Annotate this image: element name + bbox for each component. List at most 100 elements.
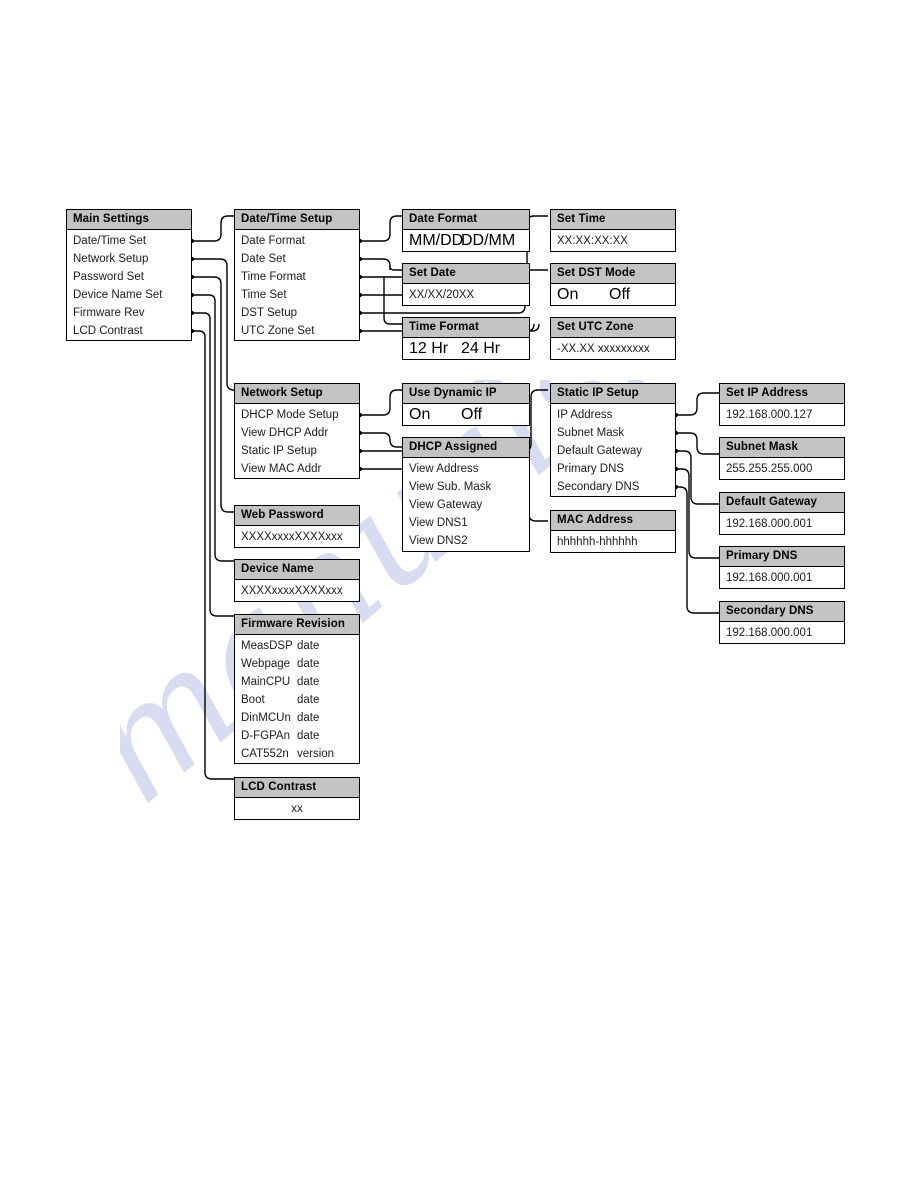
option-off[interactable]: Off bbox=[609, 286, 630, 304]
menu-item-network-setup[interactable]: Network Setup bbox=[67, 250, 191, 268]
firmware-name: DinMCUn bbox=[241, 712, 291, 724]
menu-item-time-set[interactable]: Time Set bbox=[235, 286, 359, 304]
box-body: 192.168.000.001 bbox=[720, 567, 844, 591]
option-on[interactable]: On bbox=[557, 286, 609, 304]
box-time-format[interactable]: Time Format 12 Hr 24 Hr bbox=[402, 317, 530, 360]
menu-item-dst-setup[interactable]: DST Setup bbox=[235, 304, 359, 322]
box-body: MM/DD DD/MM bbox=[403, 230, 529, 253]
menu-item-static-ip-setup[interactable]: Static IP Setup bbox=[235, 442, 359, 460]
box-body: On Off bbox=[551, 284, 675, 307]
box-body: 192.168.000.127 bbox=[720, 404, 844, 428]
box-body: 255.255.255.000 bbox=[720, 458, 844, 482]
box-body: IP Address Subnet Mask Default Gateway P… bbox=[551, 404, 675, 499]
box-title: Static IP Setup bbox=[551, 384, 675, 404]
menu-item-ip-address[interactable]: IP Address bbox=[551, 406, 675, 424]
menu-item-primary-dns[interactable]: Primary DNS bbox=[551, 460, 675, 478]
box-set-date[interactable]: Set Date XX/XX/20XX bbox=[402, 263, 530, 306]
box-title: MAC Address bbox=[551, 511, 675, 531]
firmware-name: CAT552n bbox=[241, 748, 289, 760]
box-device-name[interactable]: Device Name XXXXxxxxXXXXxxx bbox=[234, 559, 360, 602]
menu-item-password-set[interactable]: Password Set bbox=[67, 268, 191, 286]
box-set-time[interactable]: Set Time XX:XX:XX:XX bbox=[550, 209, 676, 252]
box-title: Network Setup bbox=[235, 384, 359, 404]
firmware-name: Webpage bbox=[241, 658, 291, 670]
box-subnet-mask[interactable]: Subnet Mask 255.255.255.000 bbox=[719, 437, 845, 480]
box-body: XX:XX:XX:XX bbox=[551, 230, 675, 254]
box-dhcp-assigned[interactable]: DHCP Assigned View Address View Sub. Mas… bbox=[402, 437, 530, 552]
menu-item-view-dhcp-addr[interactable]: View DHCP Addr bbox=[235, 424, 359, 442]
box-title: Set UTC Zone bbox=[551, 318, 675, 338]
connector-lines bbox=[189, 215, 719, 780]
firmware-row: Webpage date bbox=[235, 655, 359, 673]
option-mm-dd[interactable]: MM/DD bbox=[409, 232, 463, 250]
box-title: Set Time bbox=[551, 210, 675, 230]
box-body: XXXXxxxxXXXXxxx bbox=[235, 526, 359, 550]
box-title: DHCP Assigned bbox=[403, 438, 529, 458]
box-title: Date Format bbox=[403, 210, 529, 230]
menu-item-view-mac-addr[interactable]: View MAC Addr bbox=[235, 460, 359, 478]
box-title: Date/Time Setup bbox=[235, 210, 359, 230]
box-firmware-revision[interactable]: Firmware Revision MeasDSP date Webpage d… bbox=[234, 614, 360, 764]
box-mac-address[interactable]: MAC Address hhhhhh-hhhhhh bbox=[550, 510, 676, 553]
firmware-value: date bbox=[297, 694, 320, 706]
box-lcd-contrast[interactable]: LCD Contrast xx bbox=[234, 777, 360, 820]
box-body: XXXXxxxxXXXXxxx bbox=[235, 580, 359, 604]
box-date-time-setup[interactable]: Date/Time Setup Date Format Date Set Tim… bbox=[234, 209, 360, 341]
option-24-hr[interactable]: 24 Hr bbox=[461, 340, 500, 358]
firmware-row: D-FGPAn date bbox=[235, 727, 359, 745]
firmware-name: MainCPU bbox=[241, 676, 291, 688]
box-set-utc-zone[interactable]: Set UTC Zone -XX.XX xxxxxxxxx bbox=[550, 317, 676, 360]
box-title: Set IP Address bbox=[720, 384, 844, 404]
firmware-row: MeasDSP date bbox=[235, 637, 359, 655]
firmware-name: MeasDSP bbox=[241, 640, 293, 652]
option-dd-mm[interactable]: DD/MM bbox=[461, 232, 515, 250]
menu-item-date-format[interactable]: Date Format bbox=[235, 232, 359, 250]
box-network-setup[interactable]: Network Setup DHCP Mode Setup View DHCP … bbox=[234, 383, 360, 479]
set-date-value: XX/XX/20XX bbox=[409, 289, 475, 301]
box-body: 192.168.000.001 bbox=[720, 513, 844, 537]
menu-item-time-format[interactable]: Time Format bbox=[235, 268, 359, 286]
menu-item-view-gateway[interactable]: View Gateway bbox=[403, 496, 529, 514]
option-off[interactable]: Off bbox=[461, 406, 482, 424]
box-title: Default Gateway bbox=[720, 493, 844, 513]
menu-item-view-dns1[interactable]: View DNS1 bbox=[403, 514, 529, 532]
box-date-format[interactable]: Date Format MM/DD DD/MM bbox=[402, 209, 530, 252]
box-static-ip-setup[interactable]: Static IP Setup IP Address Subnet Mask D… bbox=[550, 383, 676, 497]
menu-item-view-dns2[interactable]: View DNS2 bbox=[403, 532, 529, 550]
menu-item-secondary-dns[interactable]: Secondary DNS bbox=[551, 478, 675, 496]
box-body: hhhhhh-hhhhhh bbox=[551, 531, 675, 555]
box-default-gateway[interactable]: Default Gateway 192.168.000.001 bbox=[719, 492, 845, 535]
option-12-hr[interactable]: 12 Hr bbox=[409, 340, 461, 358]
secondary-dns-value: 192.168.000.001 bbox=[726, 627, 813, 639]
date-format-options: MM/DD DD/MM bbox=[403, 232, 529, 250]
firmware-name: Boot bbox=[241, 694, 265, 706]
box-secondary-dns[interactable]: Secondary DNS 192.168.000.001 bbox=[719, 601, 845, 644]
menu-item-view-sub-mask[interactable]: View Sub. Mask bbox=[403, 478, 529, 496]
box-body: 12 Hr 24 Hr bbox=[403, 338, 529, 361]
menu-item-firmware-rev[interactable]: Firmware Rev bbox=[67, 304, 191, 322]
menu-item-date-time-set[interactable]: Date/Time Set bbox=[67, 232, 191, 250]
box-web-password[interactable]: Web Password XXXXxxxxXXXXxxx bbox=[234, 505, 360, 548]
box-body: Date/Time Set Network Setup Password Set… bbox=[67, 230, 191, 343]
menu-item-utc-zone-set[interactable]: UTC Zone Set bbox=[235, 322, 359, 340]
menu-item-lcd-contrast[interactable]: LCD Contrast bbox=[67, 322, 191, 340]
firmware-value: date bbox=[297, 640, 320, 652]
box-use-dynamic-ip[interactable]: Use Dynamic IP On Off bbox=[402, 383, 530, 426]
time-format-options: 12 Hr 24 Hr bbox=[403, 340, 529, 358]
box-set-dst-mode[interactable]: Set DST Mode On Off bbox=[550, 263, 676, 306]
menu-item-view-address[interactable]: View Address bbox=[403, 460, 529, 478]
menu-item-date-set[interactable]: Date Set bbox=[235, 250, 359, 268]
menu-item-device-name-set[interactable]: Device Name Set bbox=[67, 286, 191, 304]
primary-dns-value: 192.168.000.001 bbox=[726, 572, 813, 584]
box-main-settings[interactable]: Main Settings Date/Time Set Network Setu… bbox=[66, 209, 192, 341]
menu-item-dhcp-mode-setup[interactable]: DHCP Mode Setup bbox=[235, 406, 359, 424]
firmware-name: D-FGPAn bbox=[241, 730, 290, 742]
box-title: Firmware Revision bbox=[235, 615, 359, 635]
box-set-ip-address[interactable]: Set IP Address 192.168.000.127 bbox=[719, 383, 845, 426]
set-time-value: XX:XX:XX:XX bbox=[557, 235, 628, 247]
lcd-contrast-value: xx bbox=[291, 803, 303, 815]
menu-item-subnet-mask[interactable]: Subnet Mask bbox=[551, 424, 675, 442]
option-on[interactable]: On bbox=[409, 406, 461, 424]
menu-item-default-gateway[interactable]: Default Gateway bbox=[551, 442, 675, 460]
box-primary-dns[interactable]: Primary DNS 192.168.000.001 bbox=[719, 546, 845, 589]
